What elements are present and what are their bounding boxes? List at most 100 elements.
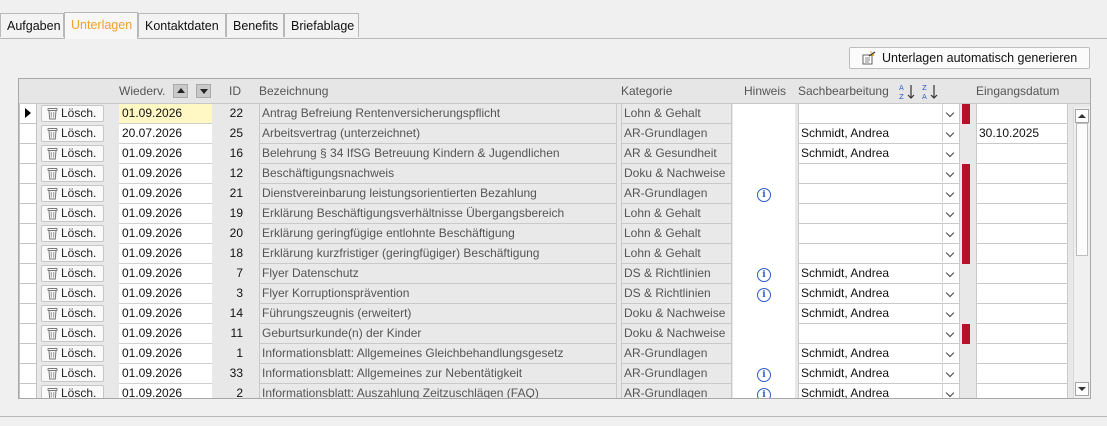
tab-unterlagen[interactable]: Unterlagen (64, 12, 138, 39)
sachbearbeitung-select[interactable] (798, 164, 960, 184)
sachbearbeitung-select[interactable]: Schmidt, Andrea (798, 284, 960, 304)
sachbearbeitung-select[interactable]: Schmidt, Andrea (798, 124, 960, 144)
delete-button[interactable]: Lösch. (41, 105, 104, 122)
sachbearbeitung-select[interactable] (798, 204, 960, 224)
col-header-sachbearbeitung[interactable]: Sachbearbeitung (798, 79, 889, 103)
row-selector[interactable] (19, 164, 37, 184)
delete-button[interactable]: Lösch. (41, 125, 104, 142)
scroll-down-button[interactable] (1075, 382, 1089, 396)
row-selector[interactable] (19, 344, 37, 364)
row-selector[interactable] (19, 244, 37, 264)
row-selector[interactable] (19, 224, 37, 244)
table-row[interactable]: Lösch. 01.09.2026 18 Erklärung kurzfristige… (19, 244, 1071, 264)
row-selector[interactable] (19, 104, 37, 124)
row-selector[interactable] (19, 184, 37, 204)
delete-button[interactable]: Lösch. (41, 245, 104, 262)
table-row[interactable]: Lösch. 01.09.2026 21 Dienstvereinbarung lei… (19, 184, 1071, 204)
info-icon[interactable]: i (757, 388, 771, 398)
delete-button[interactable]: Lösch. (41, 145, 104, 162)
chevron-down-icon[interactable] (942, 344, 959, 362)
eingangsdatum-field[interactable] (976, 184, 1068, 204)
table-row[interactable]: Lösch. 01.09.2026 19 Erklärung Beschäftigun… (19, 204, 1071, 224)
sachbearbeitung-select[interactable] (798, 244, 960, 264)
wiederv-date-field[interactable]: 01.09.2026 (119, 304, 212, 324)
chevron-down-icon[interactable] (942, 304, 959, 322)
col-header-eingangsdatum[interactable]: Eingangsdatum (976, 79, 1059, 103)
chevron-down-icon[interactable] (942, 224, 959, 242)
scroll-thumb[interactable] (1076, 123, 1088, 256)
eingangsdatum-field[interactable] (976, 104, 1068, 124)
generate-documents-button[interactable]: Unterlagen automatisch generieren (849, 47, 1090, 69)
tab-benefits[interactable]: Benefits (226, 13, 284, 37)
delete-button[interactable]: Lösch. (41, 325, 104, 342)
chevron-down-icon[interactable] (942, 104, 959, 122)
row-selector[interactable] (19, 144, 37, 164)
chevron-down-icon[interactable] (942, 204, 959, 222)
eingangsdatum-field[interactable] (976, 364, 1068, 384)
wiederv-date-field[interactable]: 01.09.2026 (119, 104, 212, 124)
table-row[interactable]: Lösch. 01.09.2026 12 Beschäftigungsnachweis… (19, 164, 1071, 184)
table-row[interactable]: Lösch. 01.09.2026 2 Informationsblatt: Ausz… (19, 384, 1071, 398)
wiederv-date-field[interactable]: 01.09.2026 (119, 264, 212, 284)
eingangsdatum-field[interactable] (976, 204, 1068, 224)
sort-down-button[interactable] (196, 84, 211, 98)
delete-button[interactable]: Lösch. (41, 345, 104, 362)
wiederv-date-field[interactable]: 01.09.2026 (119, 364, 212, 384)
eingangsdatum-field[interactable] (976, 224, 1068, 244)
eingangsdatum-field[interactable] (976, 324, 1068, 344)
delete-button[interactable]: Lösch. (41, 205, 104, 222)
wiederv-date-field[interactable]: 01.09.2026 (119, 164, 212, 184)
chevron-down-icon[interactable] (942, 244, 959, 262)
sachbearbeitung-select[interactable] (798, 184, 960, 204)
eingangsdatum-field[interactable] (976, 384, 1068, 398)
info-icon[interactable]: i (757, 268, 771, 282)
table-row[interactable]: Lösch. 01.09.2026 22 Antrag Befreiung Rente… (19, 104, 1071, 124)
chevron-down-icon[interactable] (942, 324, 959, 342)
eingangsdatum-field[interactable] (976, 344, 1068, 364)
sort-descending-za-icon[interactable]: Z A (922, 83, 938, 100)
eingangsdatum-field[interactable]: 30.10.2025 (976, 124, 1068, 144)
table-row[interactable]: Lösch. 01.09.2026 7 Flyer Datenschutz DS & R… (19, 264, 1071, 284)
table-row[interactable]: Lösch. 01.09.2026 14 Führungszeugnis (erwei… (19, 304, 1071, 324)
table-row[interactable]: Lösch. 01.09.2026 16 Belehrung § 34 IfSG Be… (19, 144, 1071, 164)
chevron-down-icon[interactable] (942, 164, 959, 182)
col-header-wiederv[interactable]: Wiederv. (119, 79, 165, 103)
tab-kontaktdaten[interactable]: Kontaktdaten (138, 13, 226, 37)
table-row[interactable]: Lösch. 01.09.2026 33 Informationsblatt: All… (19, 364, 1071, 384)
sachbearbeitung-select[interactable]: Schmidt, Andrea (798, 264, 960, 284)
wiederv-date-field[interactable]: 01.09.2026 (119, 344, 212, 364)
chevron-down-icon[interactable] (942, 284, 959, 302)
wiederv-date-field[interactable]: 01.09.2026 (119, 284, 212, 304)
delete-button[interactable]: Lösch. (41, 225, 104, 242)
row-selector[interactable] (19, 384, 37, 398)
delete-button[interactable]: Lösch. (41, 285, 104, 302)
sachbearbeitung-select[interactable]: Schmidt, Andrea (798, 364, 960, 384)
col-header-kategorie[interactable]: Kategorie (621, 79, 672, 103)
chevron-down-icon[interactable] (942, 384, 959, 398)
sachbearbeitung-select[interactable] (798, 324, 960, 344)
row-selector[interactable] (19, 284, 37, 304)
wiederv-date-field[interactable]: 20.07.2026 (119, 124, 212, 144)
chevron-down-icon[interactable] (942, 364, 959, 382)
chevron-down-icon[interactable] (942, 264, 959, 282)
row-selector[interactable] (19, 364, 37, 384)
info-icon[interactable]: i (757, 288, 771, 302)
wiederv-date-field[interactable]: 01.09.2026 (119, 244, 212, 264)
vertical-scrollbar[interactable] (1073, 107, 1090, 398)
wiederv-date-field[interactable]: 01.09.2026 (119, 144, 212, 164)
wiederv-date-field[interactable]: 01.09.2026 (119, 324, 212, 344)
delete-button[interactable]: Lösch. (41, 165, 104, 182)
eingangsdatum-field[interactable] (976, 164, 1068, 184)
eingangsdatum-field[interactable] (976, 264, 1068, 284)
eingangsdatum-field[interactable] (976, 144, 1068, 164)
sort-ascending-az-icon[interactable]: A Z (899, 83, 915, 100)
sachbearbeitung-select[interactable]: Schmidt, Andrea (798, 384, 960, 398)
delete-button[interactable]: Lösch. (41, 185, 104, 202)
wiederv-date-field[interactable]: 01.09.2026 (119, 184, 212, 204)
wiederv-date-field[interactable]: 01.09.2026 (119, 384, 212, 398)
sachbearbeitung-select[interactable]: Schmidt, Andrea (798, 344, 960, 364)
col-header-id[interactable]: ID (229, 79, 241, 103)
info-icon[interactable]: i (757, 368, 771, 382)
eingangsdatum-field[interactable] (976, 284, 1068, 304)
sachbearbeitung-select[interactable]: Schmidt, Andrea (798, 304, 960, 324)
